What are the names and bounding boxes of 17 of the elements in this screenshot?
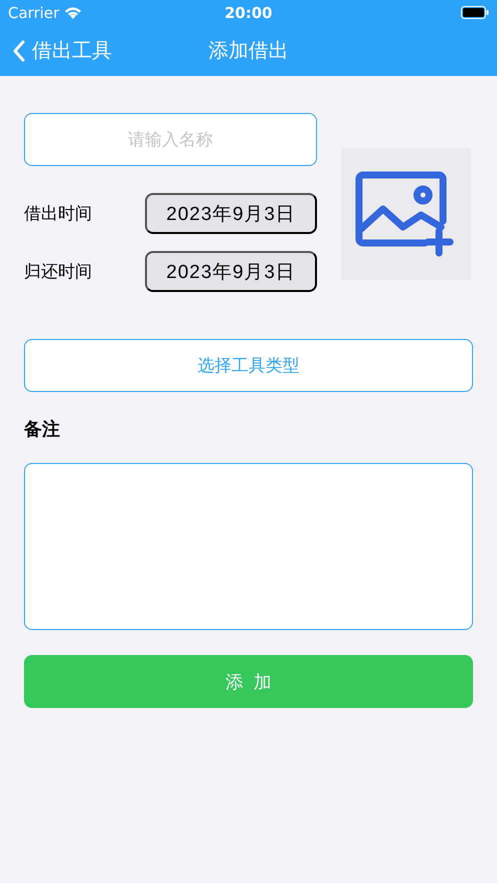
back-button[interactable]: 借出工具 (12, 37, 112, 64)
date-label: 借出时间 (24, 203, 92, 225)
date-label: 归还时间 (24, 261, 92, 283)
carrier-label: Carrier (8, 4, 60, 22)
clock-time: 20:00 (224, 4, 272, 22)
tool-type-button[interactable]: 选择工具类型 (24, 339, 473, 392)
page-title: 添加借出 (208, 38, 288, 62)
battery-icon (460, 6, 489, 19)
date-picker[interactable]: 2023年9月3日 (145, 193, 317, 234)
remark-field[interactable] (24, 463, 473, 630)
name-field[interactable]: 请输入名称 (24, 113, 317, 166)
remark-label: 备注 (24, 418, 60, 441)
image-picker[interactable] (341, 148, 471, 280)
back-chevron-icon (12, 40, 26, 62)
add-button[interactable]: 添加 (24, 655, 473, 708)
wifi-icon (64, 6, 82, 19)
date-picker[interactable]: 2023年9月3日 (145, 251, 317, 292)
